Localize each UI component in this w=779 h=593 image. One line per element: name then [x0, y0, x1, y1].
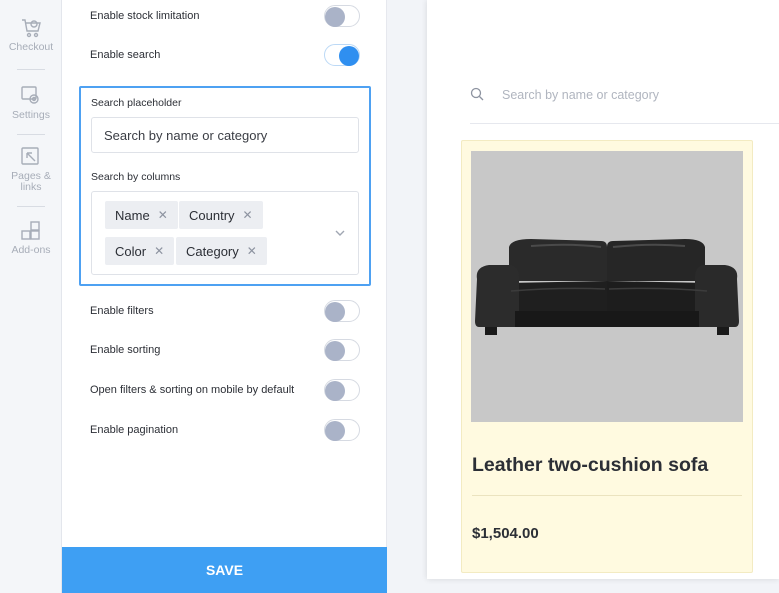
preview-search-bar: [470, 82, 779, 124]
rail-divider: [17, 134, 45, 135]
setting-label: Enable search: [90, 49, 161, 61]
product-image: [471, 151, 743, 422]
setting-mobile-default: Open filters & sorting on mobile by defa…: [90, 377, 360, 403]
search-settings-box: Search placeholder Search by columns Nam…: [79, 86, 371, 286]
remove-chip-icon[interactable]: ✕: [243, 208, 253, 222]
preview-search-input[interactable]: [502, 88, 752, 102]
save-button[interactable]: SAVE: [62, 547, 387, 593]
search-icon: [470, 87, 484, 101]
search-columns-select[interactable]: Name ✕ Country ✕ Color ✕ Category ✕: [91, 191, 359, 275]
setting-label: Open filters & sorting on mobile by defa…: [90, 384, 295, 396]
card-divider: [472, 495, 742, 496]
chip-color: Color ✕: [105, 237, 175, 265]
mobile-default-toggle[interactable]: [324, 379, 360, 401]
checkout-icon: [22, 19, 41, 38]
sofa-image: [475, 239, 739, 335]
chevron-down-icon[interactable]: [334, 227, 346, 239]
remove-chip-icon[interactable]: ✕: [154, 244, 164, 258]
search-columns-label: Search by columns: [91, 171, 181, 183]
search-placeholder-label: Search placeholder: [91, 97, 182, 109]
setting-pagination: Enable pagination: [90, 417, 360, 443]
setting-label: Enable filters: [90, 305, 154, 317]
rail-item-checkout[interactable]: Checkout: [0, 16, 62, 53]
rail-label: Checkout: [8, 41, 54, 53]
preview-pane: Leather two-cushion sofa $1,504.00: [427, 0, 779, 579]
remove-chip-icon[interactable]: ✕: [158, 208, 168, 222]
chip-label: Name: [115, 207, 150, 223]
chip-label: Category: [186, 243, 239, 259]
setting-filters: Enable filters: [90, 298, 360, 324]
rail-item-pages-links[interactable]: Pages & links: [0, 145, 62, 193]
setting-label: Enable sorting: [90, 344, 161, 356]
settings-icon: [21, 86, 39, 104]
setting-label: Enable pagination: [90, 424, 179, 436]
chip-country: Country ✕: [179, 201, 263, 229]
product-title[interactable]: Leather two-cushion sofa: [472, 454, 708, 477]
search-toggle[interactable]: [324, 44, 360, 66]
chip-label: Color: [115, 243, 147, 259]
rail-label: Pages & links: [11, 170, 51, 193]
rail-item-add-ons[interactable]: Add-ons: [0, 219, 62, 256]
rail-item-settings[interactable]: Settings: [0, 84, 62, 121]
setting-sorting: Enable sorting: [90, 337, 360, 363]
add-ons-icon: [21, 221, 40, 240]
setting-search: Enable search: [90, 42, 360, 68]
chip-category: Category ✕: [176, 237, 267, 265]
rail-label: Settings: [12, 109, 50, 121]
pages-links-icon: [21, 147, 39, 165]
product-price: $1,504.00: [472, 525, 539, 542]
filters-toggle[interactable]: [324, 300, 360, 322]
stock-limitation-toggle[interactable]: [324, 5, 360, 27]
setting-stock-limitation: Enable stock limitation: [90, 3, 360, 29]
sorting-toggle[interactable]: [324, 339, 360, 361]
rail-label: Add-ons: [11, 244, 51, 256]
settings-panel: Enable stock limitation Enable search Se…: [62, 0, 387, 593]
search-placeholder-input[interactable]: [91, 117, 359, 153]
icon-rail: Checkout Settings Pages & links Add-ons: [0, 0, 62, 593]
remove-chip-icon[interactable]: ✕: [247, 244, 257, 258]
setting-label: Enable stock limitation: [90, 10, 200, 22]
rail-divider: [17, 206, 45, 207]
pagination-toggle[interactable]: [324, 419, 360, 441]
chip-label: Country: [189, 207, 235, 223]
chip-name: Name ✕: [105, 201, 178, 229]
product-card[interactable]: Leather two-cushion sofa $1,504.00: [461, 140, 753, 573]
rail-divider: [17, 69, 45, 70]
